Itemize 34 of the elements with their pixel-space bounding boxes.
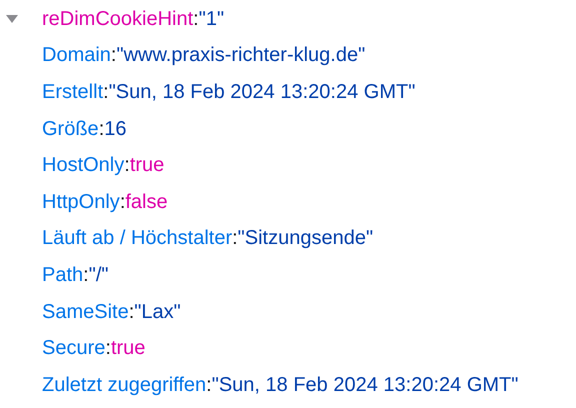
property-value: "www.praxis-richter-klug.de" (116, 44, 366, 68)
property-name: reDimCookieHint (42, 8, 194, 31)
property-name: SameSite (42, 300, 129, 324)
separator: : (232, 227, 238, 250)
property-name: Zuletzt zugegriffen (42, 374, 206, 397)
property-name: Läuft ab / Höchstalter (42, 227, 232, 250)
property-name: Domain (42, 44, 111, 68)
property-value: "Lax" (134, 300, 181, 324)
expand-arrow-icon[interactable] (6, 14, 18, 24)
separator: : (124, 154, 130, 178)
property-name: Path (42, 264, 84, 287)
separator: : (110, 44, 116, 68)
property-name: Secure (42, 337, 106, 360)
property-value: 16 (104, 118, 126, 141)
separator: : (103, 80, 109, 104)
property-value: "/" (88, 264, 108, 287)
property-value: false (125, 190, 168, 214)
property-value: "Sitzungsende" (238, 227, 374, 250)
separator: : (83, 264, 89, 287)
property-name: HttpOnly (42, 190, 120, 214)
property-value: true (130, 154, 164, 178)
property-value: true (110, 337, 146, 360)
separator: : (120, 190, 126, 214)
separator: : (98, 118, 104, 141)
property-value: "Sun, 18 Feb 2024 13:20:24 GMT" (108, 80, 416, 104)
property-name: Erstellt (42, 80, 104, 104)
separator: : (128, 300, 134, 324)
separator: : (206, 374, 212, 397)
property-name: Größe (42, 118, 99, 141)
property-value: "1" (198, 8, 224, 31)
property-value: "Sun, 18 Feb 2024 13:20:24 GMT" (212, 374, 518, 397)
separator: : (193, 8, 199, 31)
property-name: HostOnly (42, 154, 124, 178)
separator: : (105, 337, 111, 360)
